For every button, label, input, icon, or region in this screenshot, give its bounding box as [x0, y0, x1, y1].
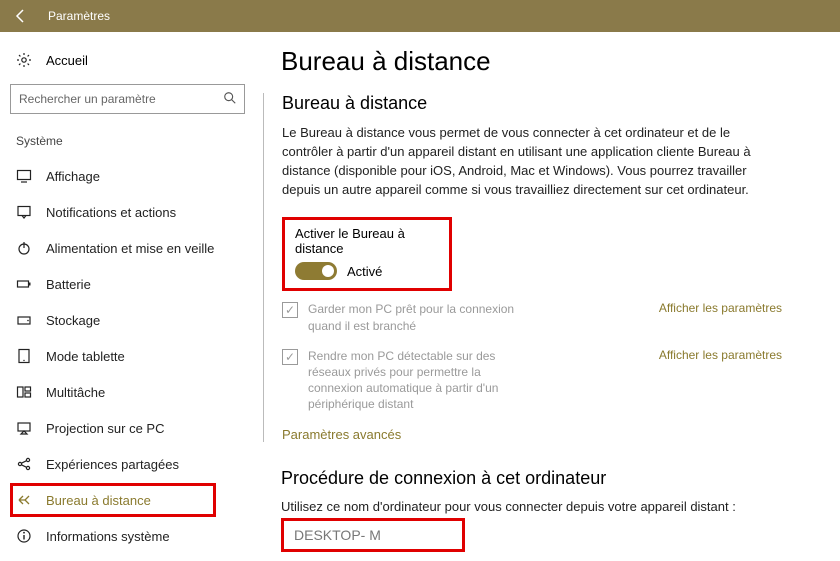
- sidebar: Accueil Système Affichage Notifications …: [0, 32, 255, 561]
- sidebar-group-label: Système: [16, 134, 245, 148]
- sidebar-item-projection[interactable]: Projection sur ce PC: [10, 410, 245, 446]
- checkbox-label: Garder mon PC prêt pour la connexion qua…: [308, 301, 528, 333]
- remote-desktop-toggle[interactable]: [295, 262, 337, 280]
- remote-desktop-icon: [16, 492, 32, 508]
- sidebar-item-sysinfo[interactable]: Informations système: [10, 518, 245, 554]
- info-icon: [16, 528, 32, 544]
- toggle-state: Activé: [347, 264, 382, 279]
- storage-icon: [16, 312, 32, 328]
- sidebar-item-power[interactable]: Alimentation et mise en veille: [10, 230, 245, 266]
- checkbox-detectable[interactable]: ✓: [282, 349, 298, 365]
- search-wrap: [10, 84, 245, 114]
- checkbox-label: Rendre mon PC détectable sur des réseaux…: [308, 348, 528, 413]
- procedure-text: Utilisez ce nom d'ordinateur pour vous c…: [281, 499, 761, 514]
- pc-name: DESKTOP- M: [286, 523, 456, 547]
- checkbox-row-detectable: ✓ Rendre mon PC détectable sur des résea…: [282, 348, 782, 413]
- gear-icon: [16, 52, 32, 68]
- sidebar-item-affichage[interactable]: Affichage: [10, 158, 245, 194]
- main: Bureau à distance Bureau à distance Le B…: [255, 32, 840, 561]
- titlebar: Paramètres: [0, 0, 840, 32]
- sidebar-item-multitask[interactable]: Multitâche: [10, 374, 245, 410]
- annotation-box: DESKTOP- M: [281, 518, 465, 552]
- sidebar-item-label: Affichage: [46, 169, 100, 184]
- page-title: Bureau à distance: [281, 46, 800, 77]
- advanced-params-link[interactable]: Paramètres avancés: [282, 427, 800, 442]
- projection-icon: [16, 420, 32, 436]
- sidebar-item-battery[interactable]: Batterie: [10, 266, 245, 302]
- power-icon: [16, 240, 32, 256]
- sidebar-item-label: Bureau à distance: [46, 493, 151, 508]
- sidebar-item-label: Informations système: [46, 529, 170, 544]
- back-button[interactable]: [0, 0, 42, 32]
- sidebar-item-label: Stockage: [46, 313, 100, 328]
- notification-icon: [16, 204, 32, 220]
- sidebar-item-label: Multitâche: [46, 385, 105, 400]
- checkbox-row-keep-ready: ✓ Garder mon PC prêt pour la connexion q…: [282, 301, 782, 333]
- home-label: Accueil: [46, 53, 88, 68]
- toggle-block: Activer le Bureau à distance Activé: [282, 217, 452, 291]
- section-title: Bureau à distance: [282, 93, 800, 114]
- toggle-label: Activer le Bureau à distance: [295, 226, 439, 256]
- sidebar-item-label: Alimentation et mise en veille: [46, 241, 214, 256]
- sidebar-item-label: Expériences partagées: [46, 457, 179, 472]
- show-params-link-2[interactable]: Afficher les paramètres: [659, 348, 782, 362]
- multitask-icon: [16, 384, 32, 400]
- home-button[interactable]: Accueil: [10, 46, 245, 74]
- display-icon: [16, 168, 32, 184]
- show-params-link-1[interactable]: Afficher les paramètres: [659, 301, 782, 315]
- share-icon: [16, 456, 32, 472]
- sidebar-item-storage[interactable]: Stockage: [10, 302, 245, 338]
- description-text: Le Bureau à distance vous permet de vous…: [282, 124, 762, 199]
- sidebar-item-tablet[interactable]: Mode tablette: [10, 338, 245, 374]
- sidebar-item-label: Mode tablette: [46, 349, 125, 364]
- sidebar-item-shared[interactable]: Expériences partagées: [10, 446, 245, 482]
- tablet-icon: [16, 348, 32, 364]
- search-icon: [223, 91, 237, 105]
- search-input[interactable]: [10, 84, 245, 114]
- titlebar-text: Paramètres: [48, 9, 110, 23]
- sidebar-item-remote-desktop[interactable]: Bureau à distance: [10, 482, 245, 518]
- procedure-title: Procédure de connexion à cet ordinateur: [281, 468, 800, 489]
- battery-icon: [16, 276, 32, 292]
- sidebar-item-label: Notifications et actions: [46, 205, 176, 220]
- checkbox-keep-ready[interactable]: ✓: [282, 302, 298, 318]
- sidebar-item-label: Projection sur ce PC: [46, 421, 165, 436]
- sidebar-item-label: Batterie: [46, 277, 91, 292]
- sidebar-item-notifications[interactable]: Notifications et actions: [10, 194, 245, 230]
